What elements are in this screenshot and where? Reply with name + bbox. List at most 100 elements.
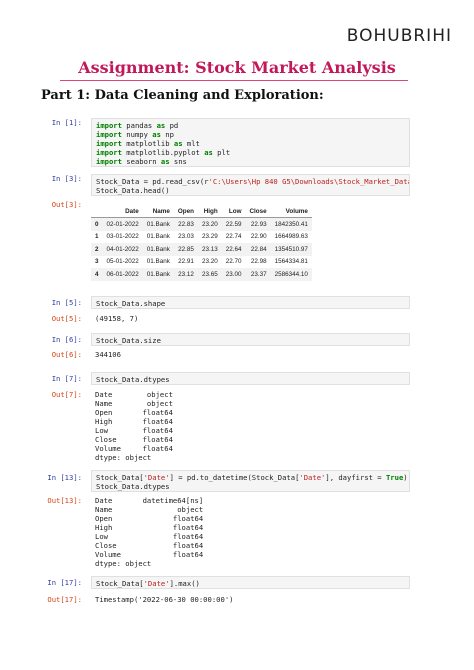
table-cell: 22.85 [173,243,198,256]
table-row: 0 02-01-2022 01.Bank 22.83 23.20 22.59 2… [91,217,312,231]
cell-output: (49158, 7) [95,314,139,323]
input-prompt: In [13]: [47,473,82,482]
column-header: Close [245,205,271,218]
table-cell: 23.29 [201,233,218,241]
code-input[interactable]: Stock_Data.dtypes [91,372,410,385]
table-cell: 22.59 [221,217,246,231]
table-cell: 0 [91,217,103,231]
code-text: ], dayfirst = [325,473,386,482]
code-line: import numpy as np [96,130,174,139]
input-prompt: In [17]: [47,578,82,587]
input-prompt: In [1]: [51,118,82,127]
code-line: Stock_Data.head() [96,186,170,195]
table-cell: 2586344.10 [270,268,312,281]
cell-output: Date object Name object Open float64 Hig… [95,390,173,462]
column-header: Date [102,205,143,218]
page-title: Assignment: Stock Market Analysis [78,58,396,77]
table-cell: 05-01-2022 [106,258,139,266]
code-line: import pandas as pd [96,121,179,130]
output-prompt: Out[17]: [47,595,82,604]
code-text: Stock_Data = pd.read_csv(r [96,177,209,186]
code-input[interactable]: Stock_Data['Date'].max() [91,576,410,589]
column-header: Open [173,205,198,218]
cell-output: Date datetime64[ns] Name object Open flo… [95,496,204,568]
input-prompt: In [3]: [51,174,82,183]
table-cell: 03-01-2022 [106,233,139,241]
code-line: import matplotlib.pyplot as plt [96,148,231,157]
column-header: Name [142,205,174,218]
table-cell: 22.91 [178,258,194,266]
table-cell: 23.12 [173,268,198,281]
output-prompt: Out[3]: [51,200,82,209]
table-cell: 23.65 [197,268,222,281]
table-cell: 22.98 [250,258,267,266]
table-cell: 3 [95,258,99,266]
table-cell: 22.84 [245,243,271,256]
table-cell: 23.20 [201,258,218,266]
code-input[interactable]: Stock_Data.shape [91,296,410,309]
table-cell: 1354510.97 [270,243,312,256]
code-input[interactable]: Stock_Data.size [91,333,410,346]
code-keyword: True [385,473,404,482]
table-cell: 01.Bank [142,268,174,281]
code-string: 'C:\Users\Hp 840 G5\Downloads\Stock_Mark… [208,177,409,186]
column-header: Volume [270,205,312,218]
code-string: 'Date' [143,579,170,588]
table-cell: 22.74 [225,233,242,241]
code-line: import matplotlib as mlt [96,139,200,148]
table-cell: 22.83 [173,217,198,231]
section-heading: Part 1: Data Cleaning and Exploration: [41,88,324,103]
table-cell: 23.00 [221,268,246,281]
table-cell: 01.Bank [142,217,174,231]
cell-output: 344106 [95,350,121,359]
code-text: ) [403,473,408,482]
output-prompt: Out[13]: [47,496,82,505]
table-cell: 01.Bank [142,243,174,256]
column-header: High [197,205,222,218]
code-line: Stock_Data.dtypes [96,482,170,491]
table-cell: 22.64 [221,243,246,256]
table-cell: 22.70 [225,258,242,266]
table-cell: 23.13 [197,243,222,256]
column-header: Low [221,205,246,218]
table-cell: 01.Bank [146,258,170,266]
table-cell: 23.03 [178,233,194,241]
code-input[interactable]: Stock_Data['Date'] = pd.to_datetime(Stoc… [91,470,410,492]
table-cell: 02-01-2022 [102,217,143,231]
code-text: Stock_Data[ [96,579,144,588]
input-prompt: In [7]: [51,374,82,383]
code-text: ] = pd.to_datetime(Stock_Data[ [169,473,300,482]
table-cell: 22.90 [250,233,267,241]
table-cell: 23.20 [197,217,222,231]
code-line: import seaborn as sns [96,157,187,166]
code-input[interactable]: import pandas as pd import numpy as np imp… [91,118,410,167]
table-cell: 1842350.41 [270,217,312,231]
table-cell: 1 [95,233,99,241]
code-string: 'Date' [143,473,170,482]
table-cell: 4 [91,268,103,281]
output-prompt: Out[5]: [51,314,82,323]
cell-output: Timestamp('2022-06-30 00:00:00') [95,595,234,604]
table-row: 4 06-01-2022 01.Bank 23.12 23.65 23.00 2… [91,268,312,281]
table-cell: 22.93 [245,217,271,231]
table-cell: 23.37 [245,268,271,281]
input-prompt: In [6]: [51,335,82,344]
table-cell: 06-01-2022 [102,268,143,281]
table-cell: 2 [91,243,103,256]
table-cell: 04-01-2022 [102,243,143,256]
table-row: 3 05-01-2022 01.Bank 22.91 23.20 22.70 2… [91,256,312,269]
table-cell: 1664989.63 [274,233,308,241]
table-row: 2 04-01-2022 01.Bank 22.85 23.13 22.64 2… [91,243,312,256]
table-cell: 01.Bank [146,233,170,241]
code-input[interactable]: Stock_Data = pd.read_csv(r'C:\Users\Hp 8… [91,174,410,196]
title-divider [60,80,408,81]
output-prompt: Out[7]: [51,390,82,399]
code-string: 'Date' [299,473,326,482]
input-prompt: In [5]: [51,298,82,307]
table-row: 1 03-01-2022 01.Bank 23.03 23.29 22.74 2… [91,231,312,244]
table-header-row: Date Name Open High Low Close Volume [91,205,312,218]
column-header [91,205,103,218]
brand-logo: BOHUBRIHI [346,26,452,46]
dataframe-table: Date Name Open High Low Close Volume 0 0… [91,205,312,281]
table-cell: 1564334.81 [274,258,308,266]
